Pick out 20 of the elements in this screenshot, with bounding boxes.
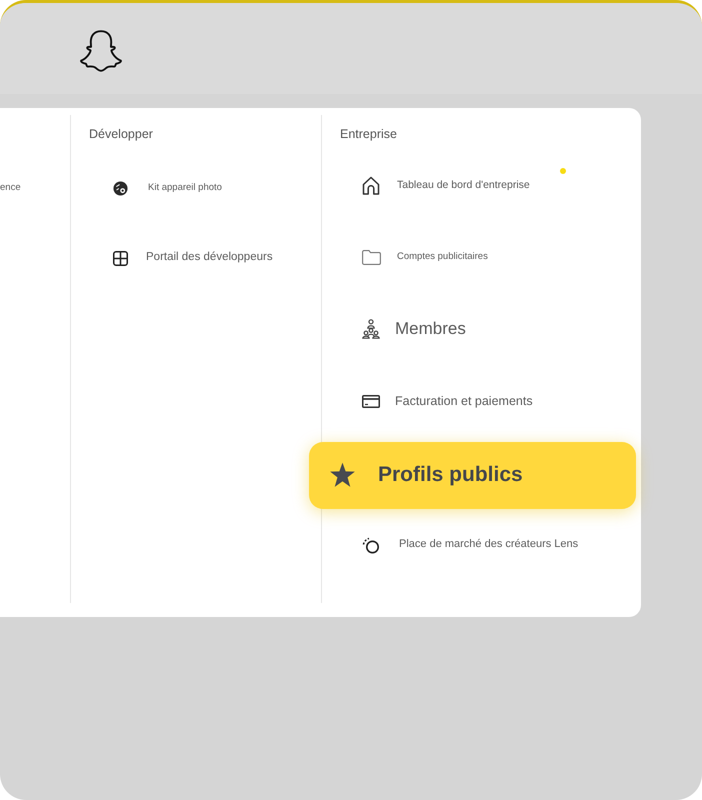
menu-item[interactable]: Facturation et paiements [362, 394, 533, 408]
menu-item[interactable]: Place de marché des créateurs Lens [362, 536, 578, 554]
menu-item[interactable]: ence [0, 182, 21, 194]
column-heading: Entreprise [340, 126, 398, 142]
menu-item[interactable]: Portail des développeurs [113, 250, 273, 266]
lens-ball-icon [113, 180, 128, 196]
menu-item[interactable]: Profils publics [309, 442, 636, 508]
grid-icon [113, 250, 128, 266]
folder-icon [362, 250, 381, 264]
menu-item[interactable]: Tableau de bord d'entreprise [362, 176, 530, 194]
star-icon [329, 462, 356, 488]
menu-item[interactable]: Kit appareil photo [113, 180, 222, 196]
menu-item[interactable]: Membres [362, 318, 466, 340]
ghost-logo-icon[interactable] [80, 30, 122, 72]
people-icon [362, 318, 380, 339]
menu-item[interactable]: Comptes publicitaires [362, 250, 488, 264]
column-heading: Développer [89, 126, 154, 142]
credit-card-icon [362, 394, 380, 408]
home-icon [362, 176, 380, 194]
ring-icon [362, 536, 380, 554]
